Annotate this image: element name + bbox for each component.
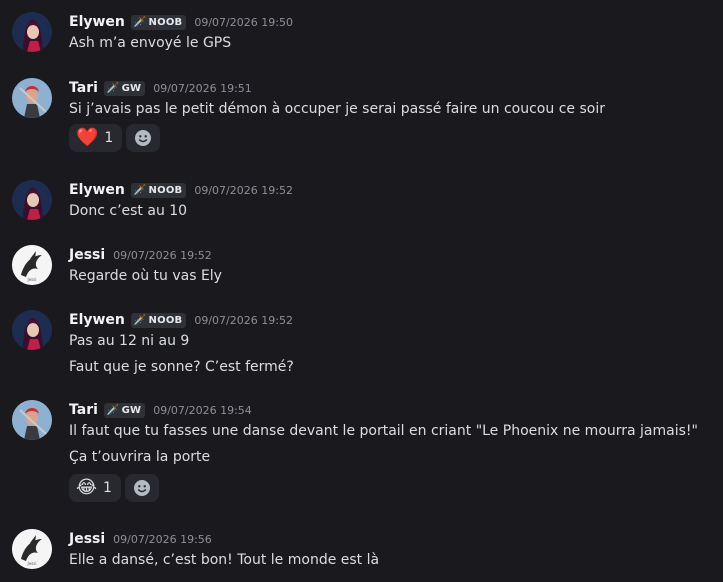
reaction-laughing[interactable]: 😂 1 xyxy=(69,474,121,502)
timestamp: 09/07/2026 19:52 xyxy=(113,248,212,262)
clan-tag[interactable]: 🗡️ NOOB xyxy=(130,182,187,198)
reactions-bar: 😂 1 xyxy=(69,474,159,502)
sword-icon: 🗡️ xyxy=(106,404,120,416)
add-reaction-button[interactable] xyxy=(126,124,161,152)
clan-tag[interactable]: 🗡️ GW xyxy=(103,402,146,418)
sword-icon: 🗡️ xyxy=(133,184,147,196)
reaction-count: 1 xyxy=(103,480,112,496)
author-name[interactable]: Jessi xyxy=(69,247,105,263)
heart-icon: ❤️ xyxy=(76,127,99,148)
author-name[interactable]: Jessi xyxy=(69,531,105,547)
clan-tag[interactable]: 🗡️ NOOB xyxy=(130,14,187,30)
clan-tag[interactable]: 🗡️ NOOB xyxy=(130,312,187,328)
timestamp: 09/07/2026 19:50 xyxy=(194,15,293,29)
avatar[interactable] xyxy=(12,180,52,220)
message-text: Elle a dansé, c’est bon! Tout le monde e… xyxy=(69,552,380,568)
clan-tag-label: GW xyxy=(121,404,142,416)
avatar[interactable] xyxy=(12,310,52,350)
message-text: Pas au 12 ni au 9 xyxy=(69,333,190,349)
message-text: Si j’avais pas le petit démon à occuper … xyxy=(69,101,605,117)
message-text: Il faut que tu fasses une danse devant l… xyxy=(69,423,698,439)
author-name[interactable]: Elywen xyxy=(69,312,125,328)
avatar[interactable] xyxy=(12,78,52,118)
timestamp: 09/07/2026 19:51 xyxy=(153,81,252,95)
sword-icon: 🗡️ xyxy=(133,314,147,326)
timestamp: 09/07/2026 19:52 xyxy=(194,313,293,327)
author-name[interactable]: Elywen xyxy=(69,182,125,198)
smiley-icon xyxy=(135,130,152,146)
message-text: Regarde où tu vas Ely xyxy=(69,268,222,284)
avatar[interactable]: Jessi xyxy=(12,245,52,285)
timestamp: 09/07/2026 19:52 xyxy=(194,183,293,197)
sword-icon: 🗡️ xyxy=(133,16,147,28)
avatar[interactable] xyxy=(12,12,52,52)
svg-text:Jessi: Jessi xyxy=(27,561,37,566)
clan-tag-label: NOOB xyxy=(148,314,183,326)
timestamp: 09/07/2026 19:56 xyxy=(113,532,212,546)
laughing-face-icon: 😂 xyxy=(76,477,98,498)
svg-text:Jessi: Jessi xyxy=(27,277,37,282)
avatar[interactable]: Jessi xyxy=(12,529,52,569)
add-reaction-button[interactable] xyxy=(124,474,159,502)
author-name[interactable]: Elywen xyxy=(69,14,125,30)
reaction-heart[interactable]: ❤️ 1 xyxy=(69,124,123,152)
clan-tag-label: NOOB xyxy=(148,184,183,196)
smiley-icon xyxy=(133,480,150,496)
author-name[interactable]: Tari xyxy=(69,402,98,418)
avatar[interactable] xyxy=(12,400,52,440)
message-text: Ça t’ouvrira la porte xyxy=(69,449,211,465)
sword-icon: 🗡️ xyxy=(106,82,120,94)
author-name[interactable]: Tari xyxy=(69,80,98,96)
reaction-count: 1 xyxy=(104,130,114,146)
clan-tag-label: GW xyxy=(121,82,142,94)
reactions-bar: ❤️ 1 xyxy=(69,124,161,152)
timestamp: 09/07/2026 19:54 xyxy=(153,403,252,417)
message-text: Faut que je sonne? C’est fermé? xyxy=(69,359,294,375)
message-text: Ash m’a envoyé le GPS xyxy=(69,35,232,51)
clan-tag-label: NOOB xyxy=(148,16,183,28)
message-text: Donc c’est au 10 xyxy=(69,203,188,219)
clan-tag[interactable]: 🗡️ GW xyxy=(103,80,146,96)
